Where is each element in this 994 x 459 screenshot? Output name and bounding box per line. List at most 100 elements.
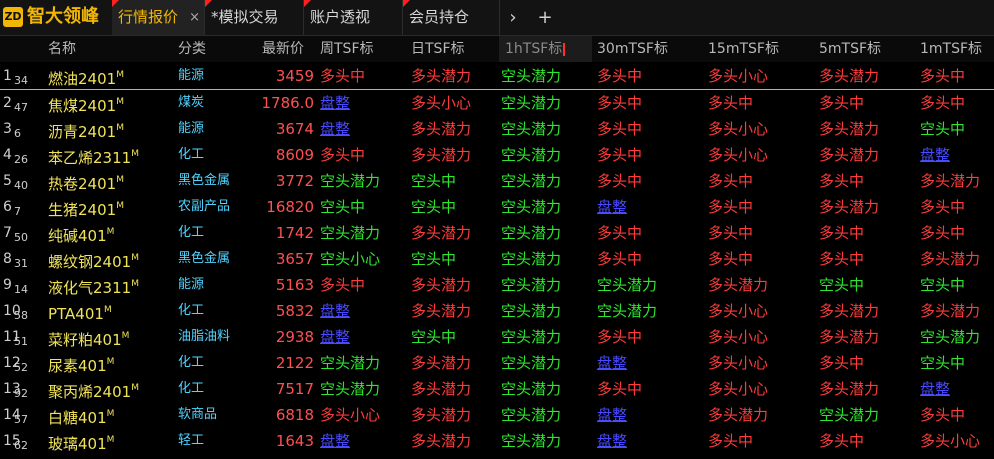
- tsf-signal: 多头潜力: [708, 276, 769, 294]
- table-row[interactable]: 3 6 沥青2401M 能源 3674 盘整 多头潜力 空头潜力 多头中 多头小心 多头潜力 空头中: [0, 116, 994, 142]
- table-row[interactable]: 12 52 尿素401M 化工 2122 空头潜力 多头潜力 空头潜力 盘整 多头小心 多头中 空头中: [0, 350, 994, 376]
- tsf-signal: 多头中: [819, 94, 865, 112]
- contract-name[interactable]: 热卷2401M: [48, 168, 124, 194]
- column-header-5m-tsf[interactable]: 5mTSF标: [819, 36, 881, 62]
- tsf-signal: 空头中: [411, 172, 457, 190]
- contract-name[interactable]: 液化气2311M: [48, 272, 139, 298]
- tsf-signal: 空头潜力: [501, 380, 562, 398]
- category: 化工: [178, 225, 205, 240]
- column-header-30m-tsf[interactable]: 30mTSF标: [597, 36, 668, 62]
- contract-name[interactable]: 焦煤2401M: [48, 90, 124, 116]
- category: 化工: [178, 381, 205, 396]
- column-header-weekly-tsf[interactable]: 周TSF标: [320, 36, 374, 62]
- tab-market-quotes[interactable]: 行情报价 ×: [112, 0, 205, 35]
- tsf-signal: 多头中: [320, 146, 366, 164]
- main-contract-marker: M: [106, 357, 115, 367]
- table-row[interactable]: 6 7 生猪2401M 农副产品 16820 空头中 空头中 空头潜力 盘整 多头中 多头潜力 多头中: [0, 194, 994, 220]
- column-header-15m-tsf[interactable]: 15mTSF标: [708, 36, 779, 62]
- tsf-signal: 多头潜力: [411, 224, 472, 242]
- tsf-signal: 多头中: [597, 67, 643, 85]
- column-header-price[interactable]: 最新价: [262, 36, 304, 62]
- table-header: 名称 分类 最新价 周TSF标 日TSF标 1hTSF标 30mTSF标 15m…: [0, 36, 994, 62]
- table-row[interactable]: 15 62 玻璃401M 轻工 1643 盘整 多头潜力 空头潜力 盘整 多头中 多头中 多头小心: [0, 428, 994, 454]
- main-contract-marker: M: [116, 97, 124, 107]
- row-subindex: 62: [14, 439, 28, 452]
- table-row[interactable]: 14 57 白糖401M 软商品 6818 多头小心 多头潜力 空头潜力 盘整 多头潜力 空头潜力多…: [0, 402, 994, 428]
- main-contract-marker: M: [131, 279, 139, 289]
- contract-name[interactable]: 燃油2401M: [48, 63, 124, 89]
- tsf-signal: 盘整: [920, 380, 951, 398]
- category: 轻工: [178, 433, 205, 448]
- tsf-signal: 多头潜力: [819, 198, 880, 216]
- contract-name[interactable]: 菜籽粕401M: [48, 324, 129, 350]
- column-header-1m-tsf[interactable]: 1mTSF标: [920, 36, 982, 62]
- category: 能源: [178, 121, 205, 136]
- tsf-signal: 盘整: [320, 432, 351, 450]
- logo-text: 智大领峰: [27, 6, 99, 27]
- tsf-signal: 盘整: [597, 354, 628, 372]
- column-header-category[interactable]: 分类: [178, 36, 206, 62]
- logo-badge-icon: ZD: [3, 7, 23, 27]
- contract-name[interactable]: 尿素401M: [48, 350, 114, 376]
- table-row[interactable]: 5 40 热卷2401M 黑色金属 3772 空头潜力 空头中 空头潜力 多头中 多头中 多头中 多头…: [0, 168, 994, 194]
- table-row[interactable]: 9 14 液化气2311M 能源 5163 多头中 多头潜力 空头潜力 空头潜力 多头潜力 空头中空…: [0, 272, 994, 298]
- contract-name-text: 热卷2401: [48, 175, 117, 193]
- add-tab-icon[interactable]: +: [532, 0, 558, 35]
- column-header-name[interactable]: 名称: [48, 36, 76, 62]
- column-header-daily-tsf[interactable]: 日TSF标: [411, 36, 465, 62]
- tsf-signal: 多头中: [920, 224, 966, 242]
- tsf-signal: 多头潜力: [819, 302, 880, 320]
- category: 油脂油料: [178, 329, 231, 344]
- contract-name[interactable]: 纯碱401M: [48, 220, 114, 246]
- contract-name[interactable]: 螺纹钢2401M: [48, 246, 139, 272]
- contract-name[interactable]: 沥青2401M: [48, 116, 124, 142]
- contract-name[interactable]: 生猪2401M: [48, 194, 124, 220]
- tsf-signal: 盘整: [320, 94, 351, 112]
- tab-simulated-trading[interactable]: *模拟交易: [205, 0, 304, 35]
- tsf-signal: 空头中: [920, 120, 966, 138]
- tab-account-view[interactable]: 账户透视: [304, 0, 403, 35]
- tab-member-positions[interactable]: 会员持仓: [403, 0, 500, 35]
- last-price: 3772: [275, 172, 314, 190]
- tsf-signal: 多头中: [708, 198, 754, 216]
- column-header-1h-tsf[interactable]: 1hTSF标: [499, 36, 592, 62]
- tsf-signal: 多头潜力: [411, 120, 472, 138]
- contract-name[interactable]: 聚丙烯2401M: [48, 376, 139, 402]
- contract-name[interactable]: 苯乙烯2311M: [48, 142, 139, 168]
- contract-name-text: 纯碱401: [48, 227, 107, 245]
- contract-name[interactable]: 玻璃401M: [48, 428, 114, 454]
- table-row[interactable]: 7 50 纯碱401M 化工 1742 空头潜力 多头潜力 空头潜力 多头中 多头中 多头中 多头中: [0, 220, 994, 246]
- contract-name-text: 生猪2401: [48, 201, 117, 219]
- main-contract-marker: M: [116, 123, 124, 133]
- tsf-signal: 多头中: [597, 120, 643, 138]
- tsf-signal: 多头中: [597, 94, 643, 112]
- chevron-right-icon[interactable]: ›: [500, 0, 526, 35]
- last-price: 5163: [275, 276, 314, 294]
- last-price: 7517: [275, 380, 314, 398]
- tsf-signal: 盘整: [320, 120, 351, 138]
- table-row[interactable]: 8 31 螺纹钢2401M 黑色金属 3657 空头小心 空头中 空头潜力 多头中 多头中 多头中多…: [0, 246, 994, 272]
- tsf-signal: 多头潜力: [819, 67, 880, 85]
- title-bar: ZD 智大领峰 行情报价 × *模拟交易 账户透视 会员持仓 › +: [0, 0, 994, 36]
- tsf-signal: 空头潜力: [501, 94, 562, 112]
- table-row[interactable]: 4 26 苯乙烯2311M 化工 8609 多头中 多头潜力 空头潜力 多头中 多头小心 多头潜力盘…: [0, 142, 994, 168]
- tsf-signal: 空头潜力: [320, 380, 381, 398]
- close-icon[interactable]: ×: [189, 0, 200, 35]
- table-row[interactable]: 11 51 菜籽粕401M 油脂油料 2938 盘整 空头中 空头潜力 多头中 多头小心 多头潜力空…: [0, 324, 994, 350]
- contract-name[interactable]: PTA401M: [48, 298, 112, 324]
- table-row[interactable]: 2 47 焦煤2401M 煤炭 1786.0 盘整 多头小心 空头潜力 多头中 多头中 多头中 多头中: [0, 90, 994, 116]
- tsf-signal: 空头潜力: [320, 354, 381, 372]
- main-contract-marker: M: [131, 149, 139, 159]
- table-row[interactable]: 13 92 聚丙烯2401M 化工 7517 空头潜力 多头潜力 空头潜力 多头中 多头小心 多头潜…: [0, 376, 994, 402]
- main-contract-marker: M: [116, 175, 124, 185]
- tsf-signal: 多头中: [920, 67, 966, 85]
- tsf-signal: 多头中: [920, 198, 966, 216]
- table-row[interactable]: 10 58 PTA401M 化工 5832 盘整 多头潜力 空头潜力 空头潜力 多头小心 多头潜力多…: [0, 298, 994, 324]
- main-contract-marker: M: [106, 227, 115, 237]
- tab-label: 账户透视: [310, 8, 371, 26]
- tsf-signal: 空头潜力: [501, 276, 562, 294]
- tsf-signal: 盘整: [597, 432, 628, 450]
- contract-name[interactable]: 白糖401M: [48, 402, 114, 428]
- table-row[interactable]: 1 34 燃油2401M 能源 3459 多头中 多头潜力 空头潜力 多头中 多头小心 多头潜力 多头…: [0, 63, 994, 90]
- tsf-signal: 多头中: [597, 380, 643, 398]
